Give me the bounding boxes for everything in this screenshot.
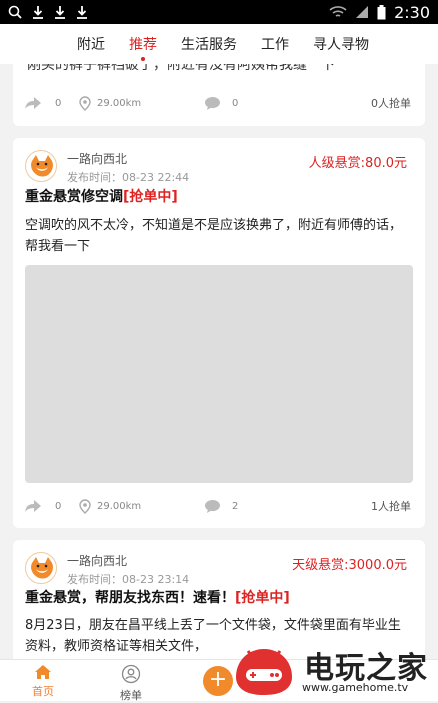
download-icon [77, 6, 87, 19]
post-time: 发布时间：08-23 23:14 [67, 573, 190, 586]
search-icon [8, 5, 22, 19]
tab-jobs[interactable]: 工作 [261, 26, 289, 62]
tab-life-services[interactable]: 生活服务 [181, 26, 237, 62]
comment-count: 2 [232, 500, 239, 512]
clock: 2:30 [394, 2, 430, 22]
watermark-url: www.gamehome.tv [302, 681, 409, 694]
status-bar: 2:30 [0, 0, 438, 24]
distance-text: 29.00km [97, 500, 142, 512]
share-action[interactable]: 0 [25, 97, 61, 109]
post-card[interactable]: 一路向西北 发布时间：08-23 22:44 人级悬赏:80.0元 重金悬赏修空… [13, 138, 425, 528]
nav-home[interactable]: 首页 [23, 664, 63, 699]
author-name: 一路向西北 [67, 554, 128, 568]
grab-count: 0人抢单 [371, 97, 411, 110]
post-image[interactable] [25, 265, 413, 483]
feed[interactable]: 刚买的裤子裤裆破了，附近有没有阿姨帮我缝一下 0 29.00km 0 0人抢单 [0, 64, 438, 659]
download-icon [33, 6, 43, 19]
comment-count: 0 [232, 97, 239, 109]
avatar[interactable] [25, 150, 57, 182]
post-author[interactable]: 一路向西北 发布时间：08-23 22:44 [25, 150, 189, 185]
wifi-icon [329, 6, 347, 17]
home-icon [35, 665, 51, 679]
location-pin-icon [79, 95, 91, 111]
plus-icon: + [208, 667, 228, 692]
share-icon [25, 97, 41, 109]
tab-recommended[interactable]: 推荐 [129, 26, 157, 62]
tab-lost-found[interactable]: 寻人寻物 [313, 26, 369, 62]
comment-action[interactable]: 0 [205, 96, 239, 110]
nav-home-label: 首页 [32, 685, 54, 698]
author-name: 一路向西北 [67, 152, 128, 166]
post-actions: 0 29.00km 2 1人抢单 [13, 496, 425, 516]
comment-icon [205, 499, 220, 513]
share-count: 0 [55, 97, 62, 109]
share-count: 0 [55, 500, 62, 512]
ranking-icon [121, 664, 141, 684]
comment-action[interactable]: 2 [205, 499, 239, 513]
reward-amount: 人级悬赏:80.0元 [308, 156, 407, 171]
distance-info: 29.00km [79, 498, 142, 514]
post-actions: 0 29.00km 0 0人抢单 [13, 93, 425, 113]
post-body: 刚买的裤子裤裆破了，附近有没有阿姨帮我缝一下 [27, 64, 335, 73]
category-tabs: 附近 推荐 生活服务 工作 寻人寻物 [0, 24, 438, 64]
comment-icon [205, 96, 220, 110]
post-body: 空调吹的风不太冷，不知道是不是应该换弗了，附近有师傅的话，帮我看一下 [25, 218, 403, 254]
share-action[interactable]: 0 [25, 500, 61, 512]
avatar[interactable] [25, 552, 57, 584]
nav-ranking[interactable]: 榜单 [111, 664, 151, 703]
signal-icon [356, 6, 369, 18]
post-author[interactable]: 一路向西北 发布时间：08-23 23:14 [25, 552, 189, 587]
distance-text: 29.00km [97, 97, 142, 109]
post-time: 发布时间：08-23 22:44 [67, 171, 190, 184]
post-title: 重金悬赏修空调[抢单中] [25, 189, 178, 205]
download-icon [55, 6, 65, 19]
distance-info: 29.00km [79, 95, 142, 111]
location-pin-icon [79, 498, 91, 514]
post-card[interactable]: 刚买的裤子裤裆破了，附近有没有阿姨帮我缝一下 0 29.00km 0 0人抢单 [13, 64, 425, 126]
status-tag: [抢单中] [123, 189, 178, 205]
status-tag: [抢单中] [235, 590, 290, 606]
post-title: 重金悬赏，帮朋友找东西！速看！[抢单中] [25, 590, 290, 606]
watermark-logo [236, 649, 292, 695]
watermark: 电玩之家 www.gamehome.tv [226, 639, 438, 701]
reward-amount: 天级悬赏:3000.0元 [292, 558, 407, 573]
battery-icon [377, 4, 386, 19]
share-icon [25, 500, 41, 512]
grab-count: 1人抢单 [371, 500, 411, 513]
tab-nearby[interactable]: 附近 [77, 26, 105, 62]
